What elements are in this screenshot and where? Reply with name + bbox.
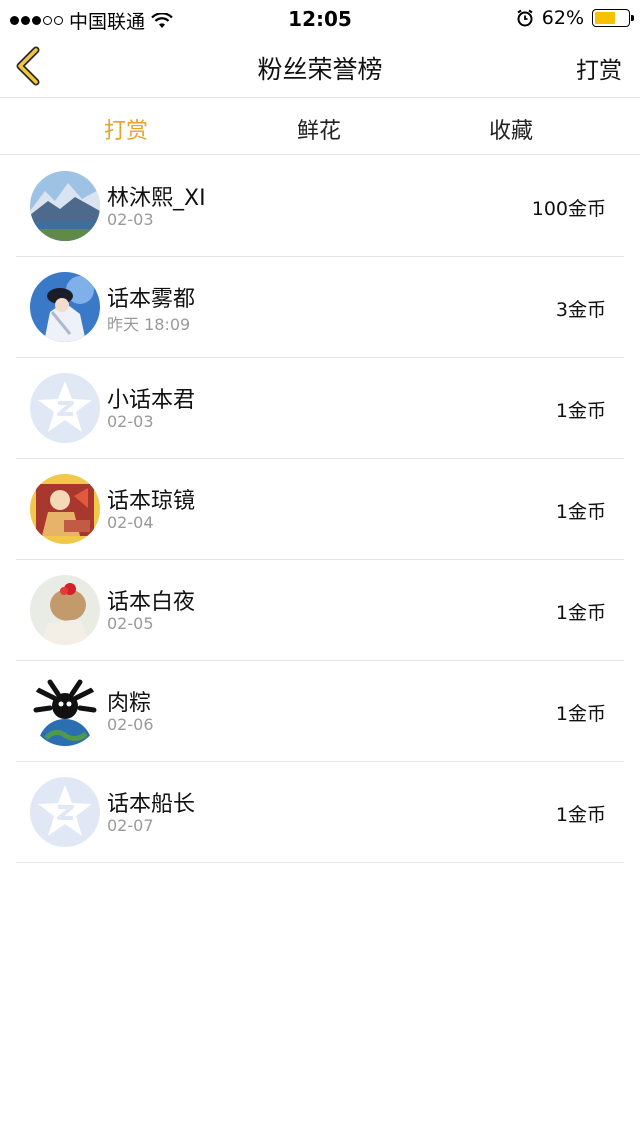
- list-item[interactable]: 话本琼镜 02-04 1金币: [16, 459, 624, 560]
- tab-flowers[interactable]: 鲜花: [259, 113, 379, 145]
- status-right: 62%: [516, 7, 634, 29]
- girl-hair-flower-avatar[interactable]: [30, 575, 100, 645]
- tip-date: 02-06: [107, 715, 154, 734]
- navigation-bar: 粉丝荣誉榜 打赏: [0, 36, 640, 98]
- tip-date: 02-03: [107, 210, 154, 229]
- tab-favorites[interactable]: 收藏: [451, 113, 571, 145]
- user-name: 话本琼镜: [107, 489, 196, 514]
- tip-amount: 1金币: [555, 703, 606, 725]
- user-name: 话本白夜: [107, 590, 196, 615]
- alarm-clock-icon: [517, 9, 533, 27]
- page-title: 粉丝荣誉榜: [257, 55, 383, 84]
- tip-date: 02-07: [107, 816, 154, 835]
- list-item[interactable]: 话本白夜 02-05 1金币: [16, 560, 624, 661]
- tip-amount: 100金币: [531, 198, 606, 220]
- tip-amount: 1金币: [555, 400, 606, 422]
- user-name: 话本船长: [107, 792, 196, 817]
- battery-percent: 62%: [541, 7, 584, 29]
- user-name: 肉粽: [107, 691, 152, 716]
- user-name: 小话本君: [107, 388, 196, 413]
- illustration-avatar[interactable]: [30, 474, 100, 544]
- cartoon-earth-avatar[interactable]: [30, 676, 100, 746]
- default-qq-avatar[interactable]: [30, 373, 100, 443]
- anime-character-avatar[interactable]: [30, 272, 100, 342]
- tip-amount: 3金币: [555, 299, 606, 321]
- tip-date: 02-03: [107, 412, 154, 431]
- list-item[interactable]: 话本雾都 昨天 18:09 3金币: [16, 257, 624, 358]
- tab-tips[interactable]: 打赏: [66, 113, 186, 145]
- list-item[interactable]: 小话本君 02-03 1金币: [16, 358, 624, 459]
- battery-icon: [592, 9, 634, 27]
- tip-date: 02-05: [107, 614, 154, 633]
- list-item[interactable]: 话本船长 02-07 1金币: [16, 762, 624, 863]
- user-name: 话本雾都: [107, 287, 196, 312]
- battery-level-fill: [595, 12, 615, 24]
- tip-amount: 1金币: [555, 501, 606, 523]
- list-item[interactable]: 林沐熙_XI 02-03 100金币: [16, 156, 624, 257]
- tab-bar: 打赏 鲜花 收藏: [0, 99, 640, 155]
- fan-ranking-list: 林沐熙_XI 02-03 100金币 话本雾都 昨天 18:09 3金币 小话本…: [16, 156, 624, 863]
- tip-date: 02-04: [107, 513, 154, 532]
- user-name: 林沐熙_XI: [107, 186, 206, 211]
- tip-amount: 1金币: [555, 804, 606, 826]
- list-item[interactable]: 肉粽 02-06 1金币: [16, 661, 624, 762]
- mountain-lake-avatar[interactable]: [30, 171, 100, 241]
- tip-button[interactable]: 打赏: [576, 51, 622, 85]
- tip-date: 昨天 18:09: [107, 315, 191, 334]
- default-qq-avatar[interactable]: [30, 777, 100, 847]
- tip-amount: 1金币: [555, 602, 606, 624]
- status-bar: 中国联通 12:05 62%: [0, 0, 640, 36]
